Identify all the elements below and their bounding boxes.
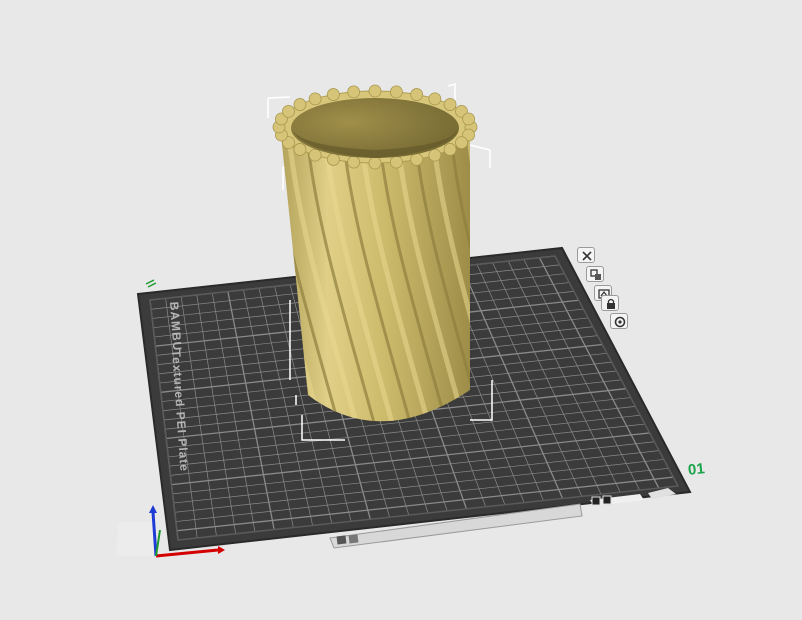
rim-scallop: [455, 136, 468, 150]
plate-settings-button[interactable]: [610, 313, 628, 329]
rim-scallop: [293, 98, 307, 111]
x-axis: [155, 548, 219, 558]
rim-scallop: [443, 143, 457, 156]
rim-scallop: [368, 84, 382, 98]
arrange-plate-button[interactable]: [586, 266, 604, 282]
rim-scallop: [410, 153, 424, 166]
close-plate-button[interactable]: [577, 247, 595, 263]
3d-viewport[interactable]: BAMBU Textured PEI Plate 01: [0, 0, 802, 620]
plate-origin-mark: [145, 279, 157, 288]
arrange-icon: [590, 269, 601, 280]
rim-scallop: [347, 85, 361, 99]
rim-scallop: [282, 104, 295, 118]
rim-scallop: [308, 92, 322, 106]
lock-plate-button[interactable]: [601, 295, 619, 311]
plate-number-label: 01: [687, 460, 706, 479]
x-icon: [582, 251, 592, 261]
rim-scallop: [428, 92, 442, 106]
rim-scallop: [443, 98, 457, 111]
rim-scallop: [293, 143, 307, 156]
rim-scallop: [389, 155, 403, 169]
lock-icon: [607, 298, 615, 309]
vase-opening: [291, 98, 459, 158]
rim-scallop: [326, 153, 340, 166]
rim-scallop: [389, 85, 403, 99]
rim-scallop: [326, 88, 340, 101]
rim-scallop: [368, 156, 382, 170]
scene-canvas[interactable]: BAMBU Textured PEI Plate: [0, 0, 802, 620]
rim-scallop: [410, 88, 424, 101]
rim-scallop: [462, 112, 475, 126]
rim-scallop: [428, 148, 442, 162]
rim-scallop: [308, 148, 322, 162]
rim-scallop: [347, 155, 361, 169]
gear-icon: [614, 316, 626, 328]
